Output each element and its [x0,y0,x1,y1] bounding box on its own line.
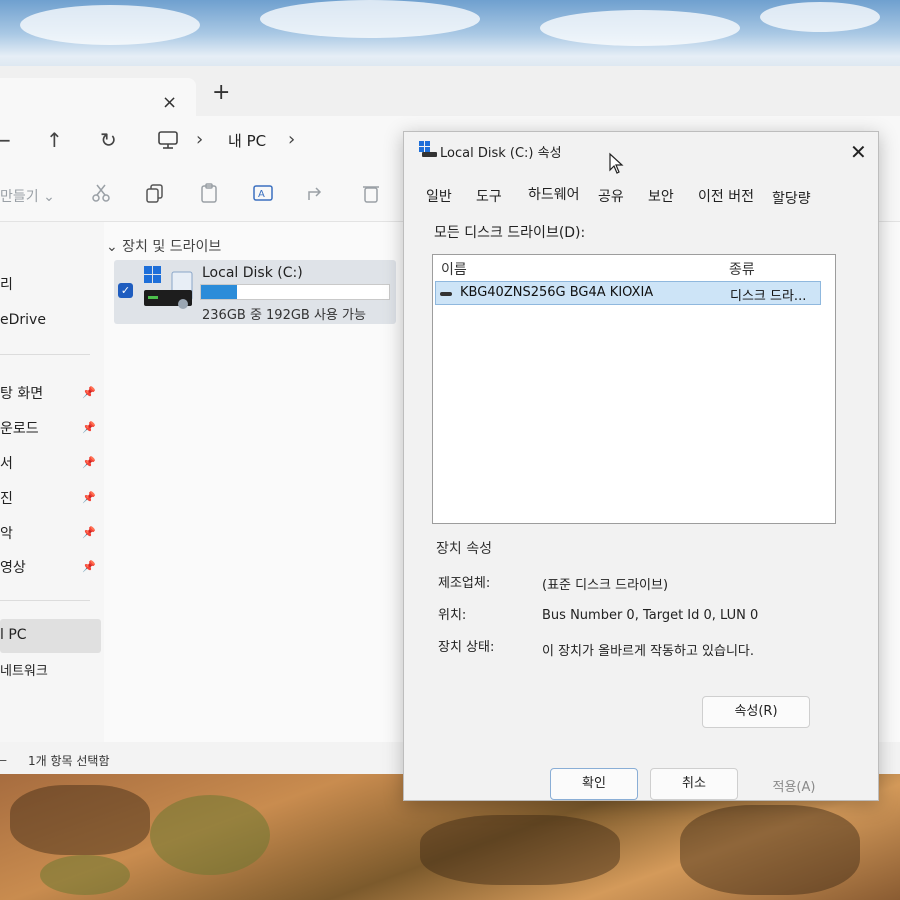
drive-usage-bar [200,284,390,300]
close-icon[interactable]: ✕ [850,140,867,164]
copy-icon[interactable] [144,182,166,204]
cloud [260,0,480,38]
sidebar-item-music[interactable]: 악 [0,523,13,543]
navigation-pane: 리 eDrive 탕 화면 📌 운로드 📌 서 📌 진 📌 악 📌 영상 📌 l… [0,222,104,742]
up-arrow-icon[interactable]: ↑ [46,128,63,152]
checkbox-checked-icon[interactable]: ✓ [118,283,133,298]
rename-icon[interactable]: A [252,182,274,204]
tab-previous-versions[interactable]: 이전 버전 [698,186,754,206]
tab-general[interactable]: 일반 [426,186,452,206]
breadcrumb-separator: › [196,129,204,150]
sidebar-item-gallery[interactable]: 리 [0,274,13,294]
cloud [540,10,740,46]
refresh-icon[interactable]: ↻ [100,128,117,152]
cloud [20,5,200,45]
pin-icon: 📌 [82,526,96,539]
desktop-sky [0,0,900,75]
ok-button[interactable]: 확인 [550,768,638,800]
sidebar-item-downloads[interactable]: 운로드 [0,418,39,438]
tab-tools[interactable]: 도구 [476,186,502,206]
explorer-tab[interactable]: × [0,78,196,116]
breadcrumb-my-pc[interactable]: 내 PC [228,130,266,151]
device-status-value: 이 장치가 올바르게 작동하고 있습니다. [542,644,755,659]
sidebar-item-desktop[interactable]: 탕 화면 [0,383,43,403]
column-header-type[interactable]: 종류 [729,259,755,279]
sidebar-divider [0,354,90,355]
drive-free-space: 236GB 중 192GB 사용 가능 [202,308,366,323]
apply-button[interactable]: 적용(A) [750,772,838,804]
shrub [150,795,270,875]
location-value: Bus Number 0, Target Id 0, LUN 0 [542,608,759,623]
disk-row-type: 디스크 드라... [730,289,807,304]
device-status-label: 장치 상태: [438,640,495,655]
explorer-titlebar: × + [0,66,900,116]
disk-drive-list[interactable]: 이름 종류 KBG40ZNS256G BG4A KIOXIA 디스크 드라... [432,254,836,524]
cancel-button[interactable]: 취소 [650,768,738,800]
delete-icon[interactable] [360,182,382,204]
devices-section-header[interactable]: ⌄ 장치 및 드라이브 [106,236,221,256]
cut-icon[interactable] [90,182,112,204]
sidebar-item-network[interactable]: 네트워크 [0,660,48,679]
location-label: 위치: [438,608,467,623]
rock-shadow [420,815,620,885]
tab-security[interactable]: 보안 [648,186,674,206]
mouse-pointer-icon [609,152,624,174]
pin-icon: 📌 [82,386,96,399]
dialog-title: Local Disk (C:) 속성 [440,146,562,161]
column-header-name[interactable]: 이름 [441,259,467,279]
pin-icon: 📌 [82,491,96,504]
drive-properties-icon [419,141,437,157]
back-arrow-icon[interactable]: ← [0,128,11,152]
shrub [40,855,130,895]
sidebar-divider [0,600,90,601]
pin-icon: 📌 [82,421,96,434]
status-selection: 1개 항목 선택함 [28,754,110,768]
svg-text:A: A [258,189,265,200]
drive-usage-fill [201,285,237,299]
tab-quota[interactable]: 할당량 [772,188,811,208]
breadcrumb-chevron[interactable]: › [288,129,295,150]
properties-button[interactable]: 속성(R) [702,696,810,728]
cloud [760,2,880,32]
share-icon[interactable] [306,182,328,204]
drive-properties-dialog: Local Disk (C:) 속성 ✕ 일반 도구 하드웨어 공유 보안 이전… [403,131,879,801]
manufacturer-label: 제조업체: [438,576,491,591]
rock-shadow [10,785,150,855]
sidebar-item-onedrive[interactable]: eDrive [0,312,46,328]
pin-icon: 📌 [82,560,96,573]
rock-shadow [680,805,860,895]
device-properties-group-label: 장치 속성 [436,541,492,557]
sidebar-item-documents[interactable]: 서 [0,453,13,473]
drive-tile-c[interactable]: ✓ Local Disk (C:) 236GB 중 192GB 사용 가능 [114,260,396,324]
new-item-button[interactable]: 만들기 ⌄ [0,186,55,206]
sidebar-item-pictures[interactable]: 진 [0,488,13,508]
manufacturer-value: (표준 디스크 드라이브) [542,578,669,593]
new-tab-icon[interactable]: + [212,80,230,105]
table-row[interactable]: KBG40ZNS256G BG4A KIOXIA 디스크 드라... [435,281,821,305]
sidebar-item-videos[interactable]: 영상 [0,557,26,577]
all-disks-label: 모든 디스크 드라이브(D): [434,225,586,241]
drive-icon [144,266,193,309]
status-item-count: ㅡ [0,754,8,768]
drive-name: Local Disk (C:) [202,265,303,281]
status-bar: ㅡ 1개 항목 선택함 [0,744,420,774]
tab-close-icon[interactable]: × [162,92,177,113]
computer-icon[interactable] [157,130,179,150]
disk-drive-icon [440,292,452,296]
sidebar-item-this-pc[interactable]: l PC [0,627,27,643]
tab-hardware[interactable]: 하드웨어 [528,184,580,204]
pin-icon: 📌 [82,456,96,469]
tab-sharing[interactable]: 공유 [598,186,624,206]
paste-icon[interactable] [198,182,220,204]
disk-row-name: KBG40ZNS256G BG4A KIOXIA [460,285,654,300]
